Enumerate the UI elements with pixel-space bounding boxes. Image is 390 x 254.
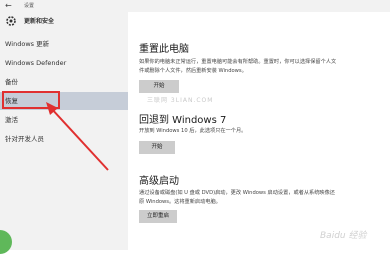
restart-now-button[interactable]: 立即重启 [139, 210, 177, 223]
reset-start-button[interactable]: 开始 [139, 80, 179, 93]
reset-pc-title: 重置此电脑 [139, 44, 189, 55]
reset-pc-description: 如果你的电脑未正常运行，重置电脑可能会有所帮助。重置时，你可以选择保留个人文件或… [139, 59, 337, 74]
goback-title: 回退到 Windows 7 [139, 115, 227, 126]
brand-watermark: Baidu 经验 [320, 231, 367, 241]
goback-description: 开放到 Windows 10 后，此选项只在一个月。 [139, 128, 247, 134]
site-watermark: 三联网 3LIAN.COM [147, 97, 214, 104]
advanced-startup-description: 通过设备或磁盘(如 U 盘或 DVD)启动，更改 Windows 启动设置，或者… [139, 190, 335, 205]
advanced-startup-title: 高级启动 [139, 176, 179, 187]
goback-start-button[interactable]: 开始 [139, 141, 175, 154]
